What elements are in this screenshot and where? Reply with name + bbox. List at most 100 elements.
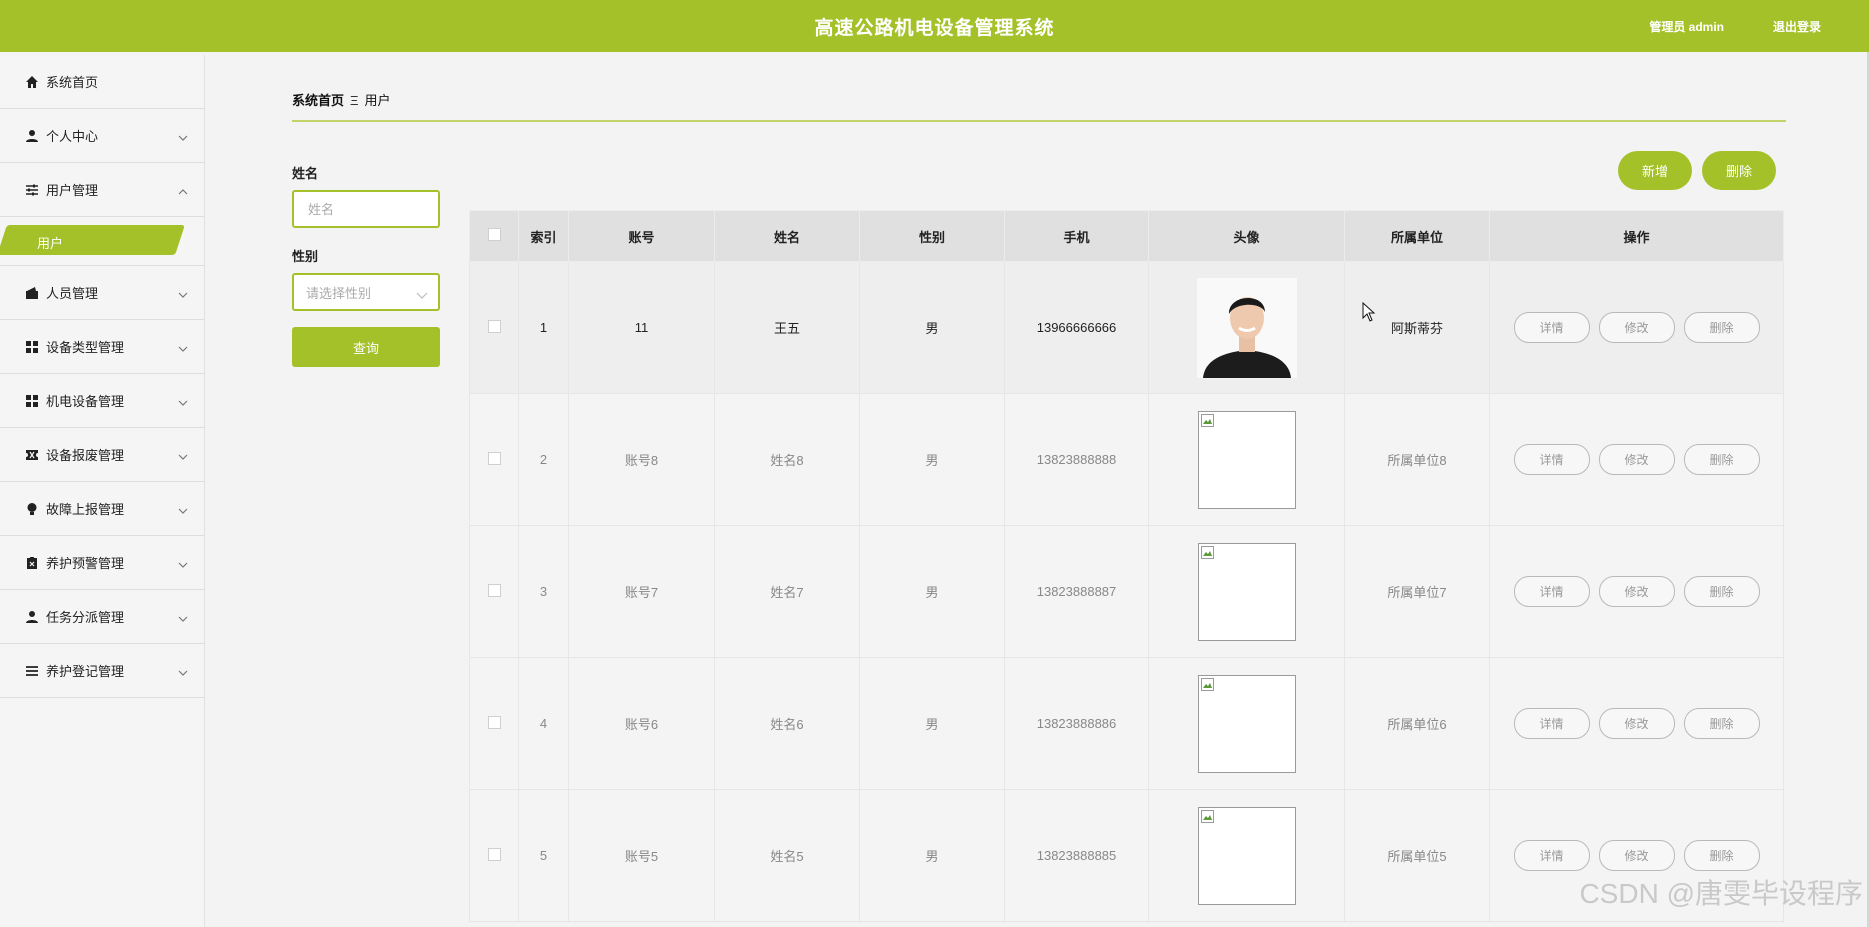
detail-button[interactable]: 详情 bbox=[1513, 312, 1590, 343]
sidebar-item-scrap-management[interactable]: 设备报废管理 bbox=[0, 428, 204, 482]
sidebar-item-task-dispatch-management[interactable]: 任务分派管理 bbox=[0, 590, 204, 644]
edit-button[interactable]: 修改 bbox=[1598, 444, 1675, 475]
detail-button[interactable]: 详情 bbox=[1513, 576, 1590, 607]
cell-unit: 所属单位7 bbox=[1344, 525, 1490, 658]
cell-avatar bbox=[1148, 789, 1345, 922]
row-checkbox-cell[interactable] bbox=[469, 393, 519, 526]
edit-button[interactable]: 修改 bbox=[1598, 840, 1675, 871]
delete-button[interactable]: 删除 bbox=[1683, 840, 1760, 871]
delete-button[interactable]: 删除 bbox=[1683, 444, 1760, 475]
detail-button[interactable]: 详情 bbox=[1513, 444, 1590, 475]
column-header-actions: 操作 bbox=[1489, 210, 1784, 262]
cell-phone: 13966666666 bbox=[1004, 261, 1149, 394]
cell-actions: 详情 修改 删除 bbox=[1489, 261, 1784, 394]
sidebar-item-maintenance-warning-management[interactable]: 养护预警管理 bbox=[0, 536, 204, 590]
cell-account: 账号5 bbox=[568, 789, 715, 922]
cell-name: 姓名5 bbox=[714, 789, 860, 922]
edit-button[interactable]: 修改 bbox=[1598, 708, 1675, 739]
table-row: 4 账号6 姓名6 男 13823888886 所属单位6 详情 修改 删除 bbox=[469, 657, 1784, 790]
row-checkbox-cell[interactable] bbox=[469, 789, 519, 922]
row-checkbox[interactable] bbox=[487, 583, 501, 597]
chevron-down-icon bbox=[178, 448, 188, 463]
sidebar-item-label: 个人中心 bbox=[46, 129, 99, 144]
user-table: 索引 账号 姓名 性别 手机 头像 所属单位 操作 1 11 王五 男 1396… bbox=[469, 210, 1784, 922]
row-checkbox[interactable] bbox=[487, 847, 501, 861]
active-highlight bbox=[0, 225, 185, 255]
sidebar-subitem-user[interactable]: 用户 bbox=[0, 217, 204, 266]
chevron-down-icon bbox=[178, 286, 188, 301]
app-title: 高速公路机电设备管理系统 bbox=[814, 18, 1055, 39]
row-checkbox-cell[interactable] bbox=[469, 261, 519, 394]
sidebar-item-label: 机电设备管理 bbox=[46, 394, 125, 409]
row-checkbox[interactable] bbox=[487, 451, 501, 465]
sliders-icon bbox=[24, 182, 40, 198]
user-icon bbox=[24, 128, 40, 144]
admin-label: 管理员 admin bbox=[1649, 20, 1724, 34]
cell-name: 王五 bbox=[714, 261, 860, 394]
detail-button[interactable]: 详情 bbox=[1513, 708, 1590, 739]
cell-avatar bbox=[1148, 525, 1345, 658]
sidebar-item-personal-center[interactable]: 个人中心 bbox=[0, 109, 204, 163]
grid-icon bbox=[24, 339, 40, 355]
sidebar-item-fault-report-management[interactable]: 故障上报管理 bbox=[0, 482, 204, 536]
top-bar: 高速公路机电设备管理系统 管理员 admin 退出登录 bbox=[0, 0, 1869, 52]
cell-account: 账号6 bbox=[568, 657, 715, 790]
table-row: 2 账号8 姓名8 男 13823888888 所属单位8 详情 修改 删除 bbox=[469, 393, 1784, 526]
chevron-down-icon bbox=[178, 502, 188, 517]
sidebar-item-label: 任务分派管理 bbox=[46, 610, 125, 625]
sidebar-item-equipment-management[interactable]: 机电设备管理 bbox=[0, 374, 204, 428]
select-all-checkbox[interactable] bbox=[487, 228, 501, 241]
delete-button[interactable]: 删除 bbox=[1683, 708, 1760, 739]
cell-account: 账号8 bbox=[568, 393, 715, 526]
name-search-input[interactable] bbox=[306, 200, 430, 218]
column-header-unit: 所属单位 bbox=[1344, 210, 1490, 262]
cell-phone: 13823888888 bbox=[1004, 393, 1149, 526]
row-checkbox-cell[interactable] bbox=[469, 525, 519, 658]
avatar-photo[interactable] bbox=[1196, 277, 1297, 378]
table-row: 3 账号7 姓名7 男 13823888887 所属单位7 详情 修改 删除 bbox=[469, 525, 1784, 658]
row-checkbox[interactable] bbox=[487, 319, 501, 333]
logout-link[interactable]: 退出登录 bbox=[1773, 18, 1821, 35]
chevron-down-icon bbox=[178, 664, 188, 679]
delete-button[interactable]: 删除 bbox=[1683, 576, 1760, 607]
broken-image-icon[interactable] bbox=[1197, 674, 1296, 773]
breadcrumb-current: 用户 bbox=[364, 93, 391, 108]
watermark: CSDN @唐雯毕设程序 bbox=[1579, 878, 1863, 909]
sidebar-item-home[interactable]: 系统首页 bbox=[0, 55, 204, 109]
cell-gender: 男 bbox=[859, 261, 1005, 394]
select-all-checkbox-cell[interactable] bbox=[469, 210, 519, 262]
add-button[interactable]: 新增 bbox=[1618, 151, 1692, 190]
chevron-down-icon bbox=[178, 556, 188, 571]
sidebar-item-user-management[interactable]: 用户管理 bbox=[0, 163, 204, 217]
broken-image-icon[interactable] bbox=[1197, 542, 1296, 641]
delete-button[interactable]: 删除 bbox=[1683, 312, 1760, 343]
broken-image-icon[interactable] bbox=[1197, 410, 1296, 509]
sidebar-item-device-type-management[interactable]: 设备类型管理 bbox=[0, 320, 204, 374]
sidebar-item-label: 故障上报管理 bbox=[46, 502, 125, 517]
column-header-index: 索引 bbox=[518, 210, 569, 262]
broken-image-icon[interactable] bbox=[1197, 806, 1296, 905]
batch-delete-button[interactable]: 删除 bbox=[1702, 151, 1776, 190]
cell-index: 2 bbox=[518, 393, 569, 526]
column-header-gender: 性别 bbox=[859, 210, 1005, 262]
edit-button[interactable]: 修改 bbox=[1598, 312, 1675, 343]
breadcrumb-home[interactable]: 系统首页 bbox=[292, 93, 344, 108]
cell-index: 5 bbox=[518, 789, 569, 922]
gender-select[interactable]: 请选择性别 bbox=[292, 273, 440, 311]
bulb-icon bbox=[24, 501, 40, 517]
sidebar-item-staff-management[interactable]: 人员管理 bbox=[0, 266, 204, 320]
detail-button[interactable]: 详情 bbox=[1513, 840, 1590, 871]
cell-unit: 所属单位8 bbox=[1344, 393, 1490, 526]
mouse-cursor-icon bbox=[1362, 301, 1376, 327]
chevron-down-icon bbox=[178, 610, 188, 625]
sidebar-item-label: 系统首页 bbox=[46, 75, 99, 90]
edit-button[interactable]: 修改 bbox=[1598, 576, 1675, 607]
home-icon bbox=[24, 74, 40, 90]
query-button[interactable]: 查询 bbox=[292, 327, 440, 367]
row-checkbox-cell[interactable] bbox=[469, 657, 519, 790]
row-checkbox[interactable] bbox=[487, 715, 501, 729]
chevron-down-icon bbox=[178, 340, 188, 355]
chevron-up-icon bbox=[178, 183, 188, 198]
cell-name: 姓名7 bbox=[714, 525, 860, 658]
sidebar-item-maintenance-registration-management[interactable]: 养护登记管理 bbox=[0, 644, 204, 698]
